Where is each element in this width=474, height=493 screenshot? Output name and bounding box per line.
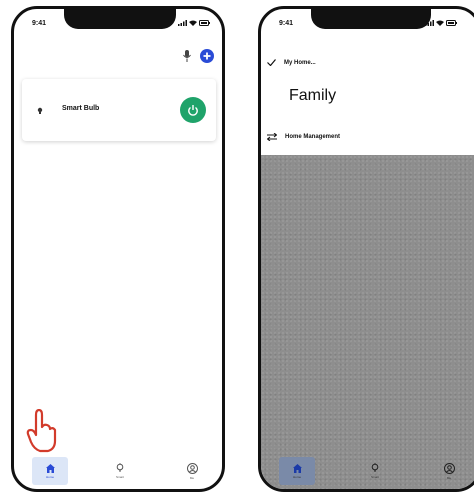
microphone-icon[interactable] [183,50,191,62]
power-button[interactable] [180,97,206,123]
user-icon [186,462,198,474]
bulb-device-icon [37,107,43,114]
tab-smart-label: Smart [115,475,124,479]
menu-item-my-home[interactable]: My Home... [267,59,316,66]
phone-home-menu-screen: 9:41 My Home... Family Home Management H… [258,6,474,492]
phone-home-screen: 9:41 Smart Bulb Home Smart Me [11,6,225,492]
tab-home[interactable]: Home [32,457,68,485]
wifi-icon [189,20,197,26]
menu-item-home-management[interactable]: Home Management [267,133,340,141]
tab-smart[interactable]: Smart [357,457,393,485]
bulb-icon [116,463,124,472]
tab-me-label: Me [189,475,195,480]
tab-home-label: Home [45,474,54,479]
battery-icon [446,20,457,26]
menu-item-my-home-label: My Home... [284,59,316,66]
transfer-arrows-icon [267,133,277,141]
tab-me[interactable]: Me [431,457,467,485]
power-icon [188,105,198,116]
phone-notch [64,9,176,29]
status-time: 9:41 [32,20,47,27]
signal-icon [178,20,187,26]
tab-home-label: Home [292,474,301,479]
tab-me[interactable]: Me [174,457,210,485]
dim-overlay[interactable] [261,155,474,489]
checkmark-icon [267,59,276,66]
user-icon [443,462,455,474]
bulb-icon [371,463,379,472]
status-time: 9:41 [279,20,294,27]
signal-icon [425,20,434,26]
battery-icon [199,20,210,26]
status-icons [178,20,210,26]
tab-smart[interactable]: Smart [102,457,138,485]
wifi-icon [436,20,444,26]
tab-me-label: Me [446,475,452,480]
home-icon [45,463,55,473]
bottom-tab-bar: Home Smart Me [14,455,222,489]
device-name: Smart Bulb [62,105,100,112]
home-group-heading[interactable]: Family [289,87,336,105]
tab-home[interactable]: Home [279,457,315,485]
status-icons [425,20,457,26]
tab-smart-label: Smart [370,475,379,479]
top-actions [183,49,214,63]
bottom-tab-bar: Home Smart Me [261,455,474,489]
menu-item-home-management-label: Home Management [285,134,341,140]
phone-notch [311,9,431,29]
home-icon [292,463,302,473]
tap-hand-icon [26,409,57,453]
device-card-smart-bulb[interactable]: Smart Bulb [22,79,216,141]
add-device-icon[interactable] [200,49,214,63]
